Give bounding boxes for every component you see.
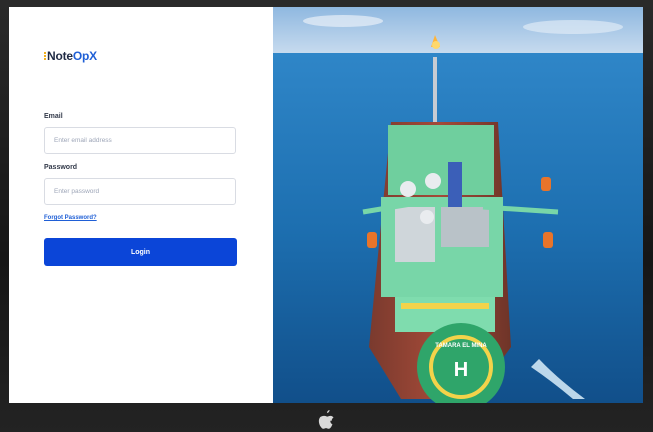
hero-image: TAMARA EL MINA H	[273, 7, 643, 403]
brand-logo: NoteOpX	[44, 48, 97, 64]
forgot-password-link[interactable]: Forgot Password?	[44, 215, 97, 221]
email-field[interactable]	[44, 127, 236, 154]
ship-name: TAMARA EL MINA	[435, 343, 487, 349]
helipad-letter: H	[454, 359, 468, 381]
password-field[interactable]	[44, 178, 236, 205]
logo-text: NoteOpX	[47, 49, 97, 63]
email-label: Email	[44, 113, 63, 120]
login-panel: NoteOpX Email Password Forgot Password? …	[9, 7, 273, 403]
login-button[interactable]: Login	[44, 238, 237, 266]
app-screen: NoteOpX Email Password Forgot Password? …	[9, 7, 643, 403]
apple-logo-icon	[318, 410, 334, 429]
logo-accent: OpX	[72, 49, 97, 63]
password-label: Password	[44, 164, 78, 171]
fpso-ship-photo: TAMARA EL MINA H	[273, 7, 643, 403]
logo-prefix: Note	[47, 49, 73, 63]
logo-mark-icon	[44, 52, 46, 60]
